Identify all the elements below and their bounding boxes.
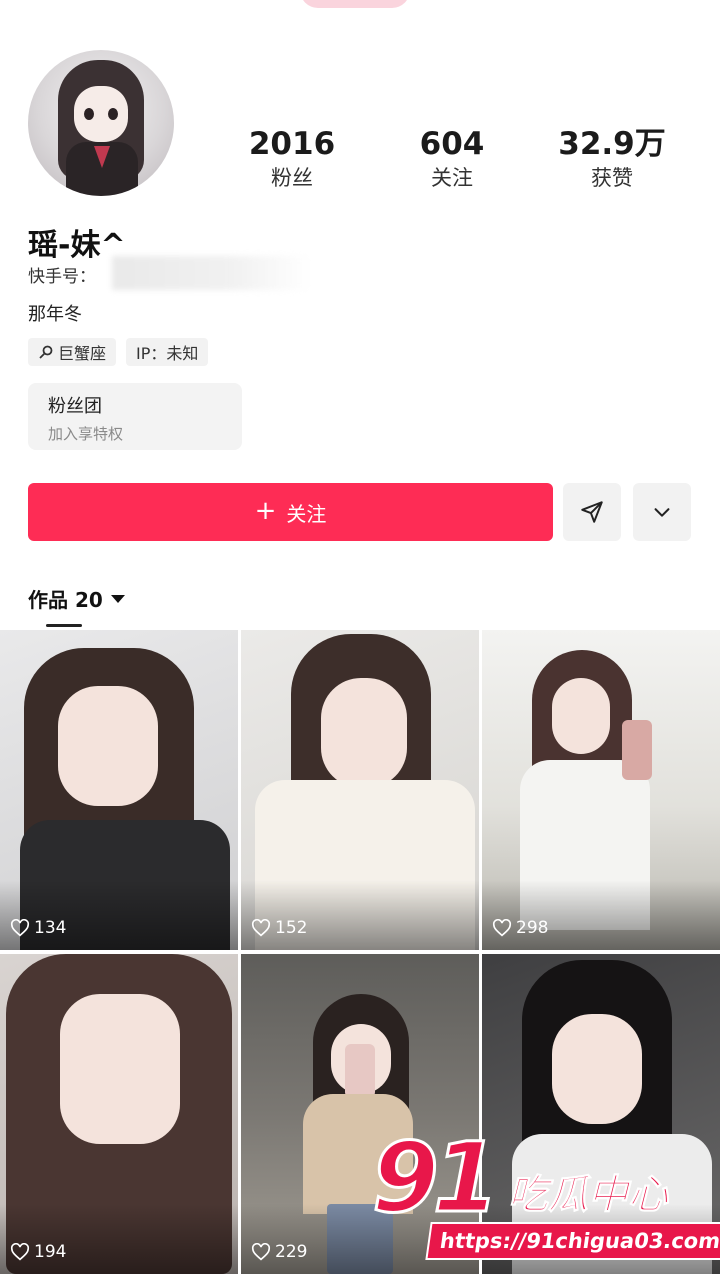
following-stat[interactable]: 604 关注 xyxy=(372,124,532,192)
following-count: 604 xyxy=(419,126,485,162)
header-decoration xyxy=(300,0,410,8)
post-likes: 152 xyxy=(251,918,307,938)
likes-count: 32.9万 xyxy=(558,126,666,162)
likes-stat[interactable]: 32.9万 获赞 xyxy=(532,124,692,192)
post-likes-count: 152 xyxy=(275,918,308,938)
profile-bio: 那年冬 xyxy=(28,304,82,325)
fans-label: 粉丝 xyxy=(271,166,313,190)
heart-icon xyxy=(251,1243,271,1261)
fans-count: 2016 xyxy=(248,126,336,162)
post-likes: 298 xyxy=(492,918,548,938)
heart-icon xyxy=(10,1243,30,1261)
watermark-url: https://91chigua03.com xyxy=(425,1222,720,1260)
follow-button-label: 关注 xyxy=(286,501,327,526)
post-likes: 229 xyxy=(251,1242,307,1262)
post-thumbnail[interactable]: 298 xyxy=(482,630,720,950)
chevron-down-icon xyxy=(654,508,670,517)
tag-ip-label: IP：未知 xyxy=(136,344,199,363)
share-button[interactable] xyxy=(563,483,621,541)
post-likes-count: 298 xyxy=(516,918,549,938)
plus-icon: + xyxy=(254,496,277,526)
tab-works[interactable]: 作品 20 xyxy=(28,584,125,613)
kuaishou-id-label: 快手号： xyxy=(28,267,96,287)
profile-name: 瑶-妹^ xyxy=(28,228,126,263)
tag-ip: IP：未知 xyxy=(126,338,209,366)
post-thumbnail[interactable]: 134 xyxy=(0,630,238,950)
heart-icon xyxy=(492,919,512,937)
heart-icon xyxy=(251,919,271,937)
likes-label: 获赞 xyxy=(591,166,633,190)
caret-down-icon xyxy=(110,594,125,603)
tag-zodiac-label: 巨蟹座 xyxy=(58,344,107,363)
tab-indicator xyxy=(46,624,82,627)
tag-zodiac[interactable]: 巨蟹座 xyxy=(28,338,117,366)
post-likes-count: 229 xyxy=(275,1242,308,1262)
following-label: 关注 xyxy=(431,166,473,190)
fanclub-title: 粉丝团 xyxy=(48,396,102,417)
heart-icon xyxy=(10,919,30,937)
fans-stat[interactable]: 2016 粉丝 xyxy=(212,124,372,192)
post-likes: 134 xyxy=(10,918,66,938)
tab-works-label: 作品 20 xyxy=(28,588,103,612)
post-likes-count: 194 xyxy=(34,1242,67,1262)
watermark-brand-text: 吃瓜中心 xyxy=(508,1172,669,1219)
post-likes-count: 134 xyxy=(34,918,67,938)
post-likes: 194 xyxy=(10,1242,66,1262)
send-icon xyxy=(581,501,603,523)
search-icon xyxy=(39,345,53,359)
post-thumbnail[interactable]: 194 xyxy=(0,954,238,1274)
post-thumbnail[interactable]: 152 xyxy=(241,630,479,950)
watermark-number: 91 xyxy=(371,1122,502,1234)
fanclub-subtitle: 加入享特权 xyxy=(48,425,124,443)
fanclub-card[interactable]: 粉丝团 加入享特权 xyxy=(28,383,242,450)
kuaishou-id-redacted xyxy=(112,256,312,290)
more-button[interactable] xyxy=(633,483,691,541)
status-strip xyxy=(0,0,720,14)
avatar[interactable] xyxy=(28,50,174,196)
watermark: 91 吃瓜中心 https://91chigua03.com xyxy=(371,1122,720,1268)
follow-button[interactable]: + 关注 xyxy=(28,483,553,541)
profile-tags: 巨蟹座 IP：未知 xyxy=(28,338,209,366)
